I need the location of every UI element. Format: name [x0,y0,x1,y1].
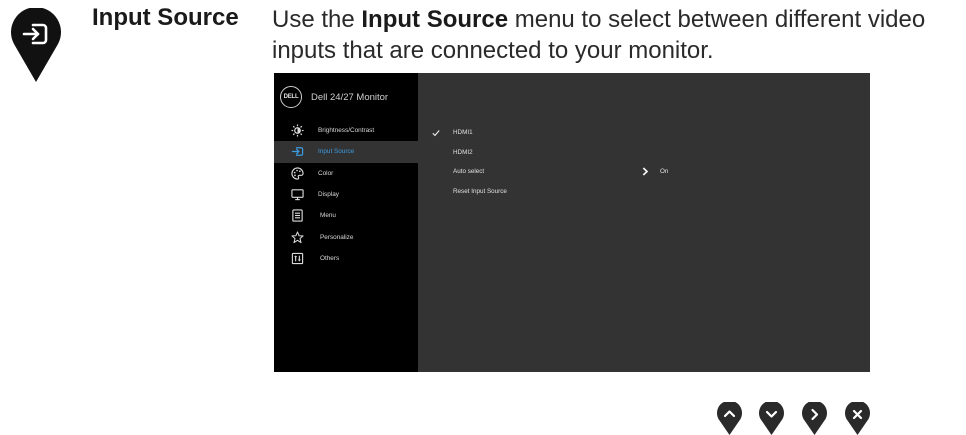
chevron-right-icon [642,167,649,176]
menu-item-label: Display [318,191,339,199]
dell-logo: DELL [280,86,302,108]
option-label: HDMI1 [453,129,473,137]
right-button[interactable] [802,402,827,435]
option-reset-input-source[interactable]: Reset Input Source [439,182,839,202]
osd-title: Dell 24/27 Monitor [311,91,389,103]
color-palette-icon [291,167,304,180]
osd-header: DELL Dell 24/27 Monitor [280,85,388,109]
option-hdmi2[interactable]: HDMI2 [439,143,839,163]
osd-menu: Brightness/Contrast Input Source Color D… [274,120,418,269]
menu-item-display[interactable]: Display [274,184,418,205]
section-description: Use the Input Source menu to select betw… [272,4,952,66]
option-label: HDMI2 [453,148,473,156]
menu-item-personalize[interactable]: Personalize [274,226,418,247]
desc-text-bold: Input Source [361,6,509,33]
input-source-icon [291,147,304,157]
menu-item-label: Others [320,254,340,262]
others-icon [291,252,304,265]
star-icon [291,231,304,243]
menu-item-brightness-contrast[interactable]: Brightness/Contrast [274,120,418,141]
menu-item-label: Menu [320,212,336,220]
down-button[interactable] [759,402,784,435]
menu-item-input-source[interactable]: Input Source [274,141,418,163]
option-label: Reset Input Source [453,187,507,195]
option-hdmi1[interactable]: HDMI1 [432,123,839,143]
section-label: Input Source [92,4,239,31]
option-auto-select[interactable]: Auto select On [439,162,839,182]
option-label: Auto select [453,168,485,176]
menu-item-color[interactable]: Color [274,163,418,184]
osd-sidebar: DELL Dell 24/27 Monitor Brightness/Contr… [274,73,418,372]
menu-item-label: Brightness/Contrast [318,127,375,135]
osd-window: DELL Dell 24/27 Monitor Brightness/Contr… [274,73,870,372]
desc-text-start: Use the [272,6,362,33]
menu-item-label: Input Source [318,148,355,156]
input-source-pin-icon [11,8,61,82]
menu-item-others[interactable]: Others [274,248,418,269]
brightness-icon [291,124,304,137]
menu-icon [292,209,303,222]
checkmark-icon [432,129,440,137]
menu-item-label: Color [318,169,334,177]
up-button[interactable] [717,402,742,435]
menu-item-menu[interactable]: Menu [274,205,418,226]
auto-select-value: On [660,168,669,176]
display-icon [291,189,304,201]
menu-item-label: Personalize [320,233,354,241]
close-button[interactable] [845,402,870,435]
input-options: HDMI1 HDMI2 Auto select On Reset Input S… [432,123,839,202]
